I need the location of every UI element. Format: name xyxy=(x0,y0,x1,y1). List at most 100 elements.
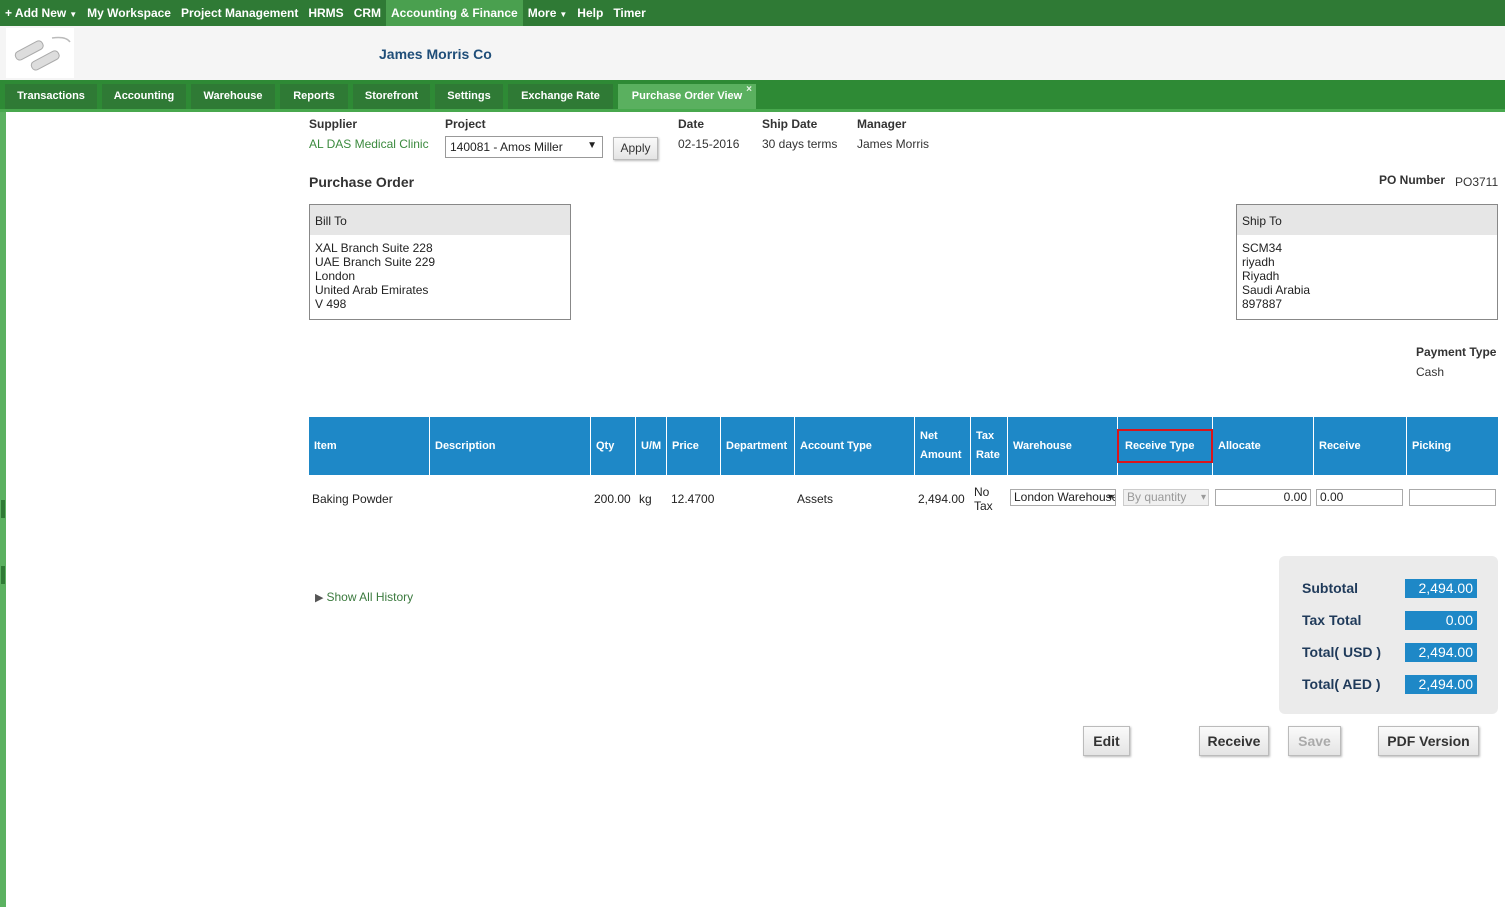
col-receive: Receive xyxy=(1314,417,1407,475)
nav-more-label: More xyxy=(527,6,557,20)
grip-icon xyxy=(1,566,5,584)
bill-to-line: London xyxy=(315,269,356,283)
ship-to-line: 897887 xyxy=(1242,297,1283,311)
manager-label: Manager xyxy=(857,117,907,131)
module-tabs: Transactions Accounting Warehouse Report… xyxy=(0,80,1505,112)
tax-total-label: Tax Total xyxy=(1302,612,1362,628)
nav-project-management[interactable]: Project Management xyxy=(176,0,303,26)
subtotal-value: 2,494.00 xyxy=(1405,579,1477,598)
ship-date-label: Ship Date xyxy=(762,117,818,131)
date-label: Date xyxy=(678,117,705,131)
col-department: Department xyxy=(721,417,795,475)
add-new-menu[interactable]: + Add New ▼ xyxy=(0,0,82,26)
picking-input[interactable] xyxy=(1409,489,1496,506)
supplier-label: Supplier xyxy=(309,117,358,131)
subtotal-label: Subtotal xyxy=(1302,580,1358,596)
col-um: U/M xyxy=(636,417,667,475)
tab-purchase-order-view-label: Purchase Order View xyxy=(631,90,743,102)
pdf-version-button[interactable]: PDF Version xyxy=(1378,726,1479,756)
col-tax-rate: Tax Rate xyxy=(971,417,1008,475)
edit-button[interactable]: Edit xyxy=(1083,726,1130,756)
left-sidebar-handle[interactable] xyxy=(0,112,6,907)
company-name: James Morris Co xyxy=(379,46,492,62)
table-header: Item Description Qty U/M Price Departmen… xyxy=(309,417,1498,475)
top-nav: + Add New ▼ My Workspace Project Manageme… xyxy=(0,0,1505,26)
nav-more[interactable]: More ▼ xyxy=(523,0,573,26)
tab-accounting[interactable]: Accounting xyxy=(102,84,186,109)
grip-icon xyxy=(1,500,5,518)
show-history-label: Show All History xyxy=(326,590,414,604)
total-aed-label: Total( AED ) xyxy=(1302,676,1381,692)
cell-um: kg xyxy=(639,492,652,506)
nav-accounting-finance[interactable]: Accounting & Finance xyxy=(386,0,523,26)
caret-right-icon: ▶ xyxy=(315,592,324,604)
payment-type-label: Payment Type xyxy=(1416,345,1497,359)
nav-crm[interactable]: CRM xyxy=(349,0,386,26)
cell-tax-rate: No Tax xyxy=(974,485,993,513)
ship-to-title: Ship To xyxy=(1237,205,1497,235)
bill-to-line: V 498 xyxy=(315,297,347,311)
ship-to-box: Ship To SCM34 riyadh Riyadh Saudi Arabia… xyxy=(1236,204,1498,320)
receive-input[interactable]: 0.00 xyxy=(1316,489,1403,506)
tab-purchase-order-view[interactable]: Purchase Order View × xyxy=(618,84,756,109)
po-number-label: PO Number xyxy=(1379,173,1446,187)
col-picking: Picking xyxy=(1412,439,1452,452)
ship-to-line: Saudi Arabia xyxy=(1242,283,1311,297)
nav-my-workspace[interactable]: My Workspace xyxy=(82,0,176,26)
col-net-amount: Net Amount xyxy=(915,417,971,475)
apply-button[interactable]: Apply xyxy=(613,137,658,160)
warehouse-select[interactable]: London Warehouse xyxy=(1010,489,1116,506)
chevron-down-icon: ▼ xyxy=(559,10,568,19)
company-logo xyxy=(6,28,74,78)
ship-to-line: riyadh xyxy=(1242,255,1275,269)
project-select[interactable]: 140081 - Amos Miller ▼ xyxy=(445,136,603,158)
bill-to-box: Bill To XAL Branch Suite 228 UAE Branch … xyxy=(309,204,571,320)
bill-to-line: UAE Branch Suite 229 xyxy=(315,255,436,269)
col-account-type: Account Type xyxy=(795,417,915,475)
tab-settings[interactable]: Settings xyxy=(435,84,503,109)
cell-price: 12.4700 xyxy=(671,492,715,506)
nav-timer[interactable]: Timer xyxy=(608,0,650,26)
ship-date-value: 30 days terms xyxy=(762,137,838,151)
tab-transactions[interactable]: Transactions xyxy=(5,84,97,109)
tab-reports[interactable]: Reports xyxy=(280,84,348,109)
manager-value: James Morris xyxy=(857,137,930,151)
tab-exchange-rate[interactable]: Exchange Rate xyxy=(508,84,613,109)
supplier-link[interactable]: AL DAS Medical Clinic xyxy=(309,137,429,151)
col-price: Price xyxy=(667,417,721,475)
cell-item: Baking Powder xyxy=(312,492,393,506)
add-new-label: + Add New xyxy=(5,6,67,20)
receive-type-select[interactable]: By quantity xyxy=(1123,489,1209,506)
total-usd-value: 2,494.00 xyxy=(1405,643,1477,662)
tab-warehouse[interactable]: Warehouse xyxy=(191,84,275,109)
col-warehouse: Warehouse xyxy=(1008,417,1118,475)
chevron-down-icon: ▼ xyxy=(587,140,597,151)
totals-panel: Subtotal 2,494.00 Tax Total 0.00 Total( … xyxy=(1279,556,1498,714)
allocate-input[interactable]: 0.00 xyxy=(1215,489,1311,506)
cell-qty: 200.00 xyxy=(594,492,631,506)
chevron-down-icon: ▼ xyxy=(69,10,78,19)
po-number-value: PO3711 xyxy=(1455,175,1499,189)
cell-account-type: Assets xyxy=(797,492,834,506)
ship-to-line: SCM34 xyxy=(1242,241,1283,255)
date-value: 02-15-2016 xyxy=(678,137,740,151)
bill-to-line: XAL Branch Suite 228 xyxy=(315,241,433,255)
col-qty: Qty xyxy=(591,417,636,475)
total-aed-value: 2,494.00 xyxy=(1405,675,1477,694)
save-button[interactable]: Save xyxy=(1288,726,1341,756)
receive-type-highlight xyxy=(1117,429,1213,463)
cell-net-amount: 2,494.00 xyxy=(918,492,965,506)
receive-button[interactable]: Receive xyxy=(1199,726,1269,756)
project-label: Project xyxy=(445,117,486,131)
nav-help[interactable]: Help xyxy=(572,0,608,26)
tax-total-value: 0.00 xyxy=(1405,611,1477,630)
nav-hrms[interactable]: HRMS xyxy=(303,0,348,26)
col-description: Description xyxy=(430,417,591,475)
payment-type-value: Cash xyxy=(1416,365,1445,379)
project-select-value: 140081 - Amos Miller xyxy=(450,140,563,154)
ship-to-line: Riyadh xyxy=(1242,269,1280,283)
col-item: Item xyxy=(309,417,430,475)
close-icon[interactable]: × xyxy=(746,77,752,102)
show-history-toggle[interactable]: ▶ Show All History xyxy=(315,590,413,604)
tab-storefront[interactable]: Storefront xyxy=(353,84,430,109)
